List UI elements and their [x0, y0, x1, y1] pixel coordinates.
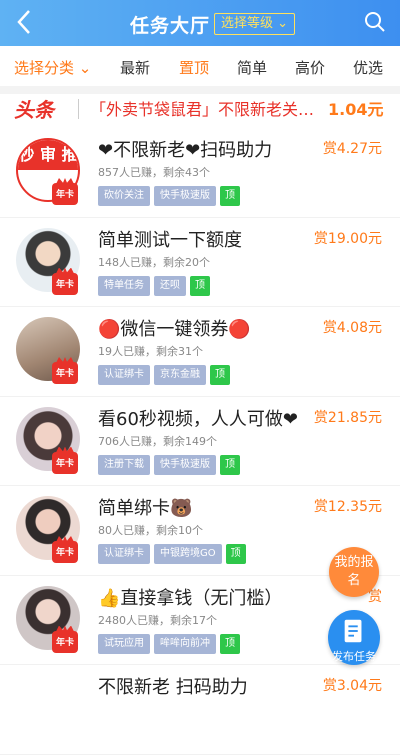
task-tags: 特单任务 还呗顶 — [98, 273, 214, 296]
app-header: 任务大厅 选择等级 ⌄ — [0, 0, 400, 46]
task-price: 赏12.35元 — [313, 499, 382, 515]
task-item[interactable]: 年卡 简单测试一下额度 赏19.00元 148人已赚，剩余20个 特单任务 还呗顶 — [0, 218, 400, 307]
my-signup-button[interactable]: 我的报名 — [329, 547, 379, 597]
task-stats: 857人已赚，剩余43个 — [98, 166, 210, 179]
task-tag: 认证绑卡 — [98, 544, 150, 564]
top-tag: 顶 — [220, 186, 240, 206]
headline-text[interactable]: 「外卖节袋鼠君」不限新老关… — [90, 96, 336, 120]
task-price: 赏4.27元 — [322, 141, 382, 157]
task-tag: 京东金融 — [154, 365, 206, 385]
filter-preferred[interactable]: 优选 — [353, 57, 383, 78]
divider — [78, 99, 79, 119]
task-tags: 砍价关注 快手极速版顶 — [98, 183, 244, 206]
top-tag: 顶 — [225, 544, 246, 564]
filter-high-price[interactable]: 高价 — [295, 57, 325, 78]
filter-pinned[interactable]: 置顶 — [179, 57, 209, 78]
task-stats: 80人已赚，剩余10个 — [98, 524, 203, 537]
task-tags: 注册下载 快手极速版顶 — [98, 452, 244, 475]
task-title: 不限新老 扫码助力 — [98, 677, 248, 698]
task-tags: 认证绑卡 中银跨境GO 顶 — [98, 541, 250, 564]
task-title: 👍直接拿钱（无门槛） — [98, 587, 283, 609]
chevron-down-icon: ⌄ — [277, 16, 289, 31]
my-signup-label: 我的报名 — [334, 555, 374, 588]
vip-badge: 年卡 — [52, 362, 78, 384]
task-item[interactable]: 秒 审 推 荐 年卡 ❤不限新老❤扫码助力 赏4.27元 857人已赚，剩余43… — [0, 128, 400, 218]
task-title: 简单测试一下额度 — [98, 229, 242, 251]
task-item[interactable]: 年卡 看60秒视频，人人可做❤ 赏21.85元 706人已赚，剩余149个 注册… — [0, 397, 400, 486]
task-tags: 认证绑卡 京东金融顶 — [98, 362, 234, 385]
task-tags: 试玩应用 哞哞向前冲顶 — [98, 631, 244, 654]
divider — [0, 86, 400, 94]
task-stats: 148人已赚，剩余20个 — [98, 255, 210, 269]
task-stats: 19人已赚，剩余31个 — [98, 345, 203, 358]
task-tag: 快手极速版 — [154, 454, 216, 475]
document-edit-icon — [344, 619, 362, 643]
vip-badge: 年卡 — [52, 630, 78, 653]
task-title: 简单绑卡🐻 — [98, 498, 193, 519]
task-item[interactable]: 不限新老 扫码助力 赏3.04元 — [0, 665, 400, 755]
task-price: 赏3.04元 — [322, 678, 382, 694]
vip-badge: 年卡 — [52, 183, 78, 205]
post-task-label: 发布任务 — [332, 650, 376, 663]
task-stats: 2480人已赚，剩余17个 — [98, 613, 217, 627]
filter-bar: 选择分类 ⌄ 最新 置顶 简单 高价 优选 — [0, 46, 400, 87]
level-select-label: 选择等级 — [221, 16, 274, 31]
task-price: 赏4.08元 — [322, 320, 382, 336]
vip-badge: 年卡 — [52, 272, 78, 295]
level-select[interactable]: 选择等级 ⌄ — [214, 13, 296, 35]
headline-bar[interactable]: 头条 「外卖节袋鼠君」不限新老关… 1.04元 — [0, 94, 400, 122]
task-stats: 706人已赚，剩余149个 — [98, 434, 217, 448]
filter-latest[interactable]: 最新 — [120, 57, 150, 78]
headline-price: 1.04元 — [328, 100, 384, 119]
task-title: 看60秒视频，人人可做❤ — [98, 408, 298, 430]
task-tag: 砍价关注 — [98, 186, 150, 206]
task-title: ❤不限新老❤扫码助力 — [98, 140, 273, 161]
task-tag: 哞哞向前冲 — [154, 633, 216, 654]
top-tag: 顶 — [220, 454, 240, 475]
task-price: 赏21.85元 — [313, 409, 382, 426]
task-tag: 快手极速版 — [154, 186, 216, 206]
task-title: 🔴微信一键领券🔴 — [98, 319, 251, 340]
top-tag: 顶 — [190, 275, 210, 296]
avatar-text: 秒 审 推 荐 — [18, 140, 78, 194]
task-tag: 认证绑卡 — [98, 365, 150, 385]
headline-logo: 头条 — [14, 98, 54, 122]
top-tag: 顶 — [210, 365, 230, 385]
search-icon[interactable] — [364, 11, 386, 33]
post-task-button[interactable]: 发布任务 — [328, 610, 380, 665]
task-price: 赏19.00元 — [313, 230, 382, 247]
task-tag: 还呗 — [154, 275, 186, 296]
back-arrow-icon[interactable] — [14, 8, 36, 36]
vip-badge: 年卡 — [52, 541, 78, 563]
task-tag: 注册下载 — [98, 454, 150, 475]
task-tag: 中银跨境GO — [154, 544, 222, 564]
top-tag: 顶 — [220, 633, 240, 654]
filter-simple[interactable]: 简单 — [237, 57, 267, 78]
task-item[interactable]: 年卡 🔴微信一键领券🔴 赏4.08元 19人已赚，剩余31个 认证绑卡 京东金融顶 — [0, 307, 400, 397]
task-tag: 特单任务 — [98, 275, 150, 296]
vip-badge: 年卡 — [52, 451, 78, 474]
filter-category[interactable]: 选择分类 ⌄ — [14, 57, 91, 78]
page-title: 任务大厅 — [130, 15, 211, 37]
task-tag: 试玩应用 — [98, 633, 150, 654]
